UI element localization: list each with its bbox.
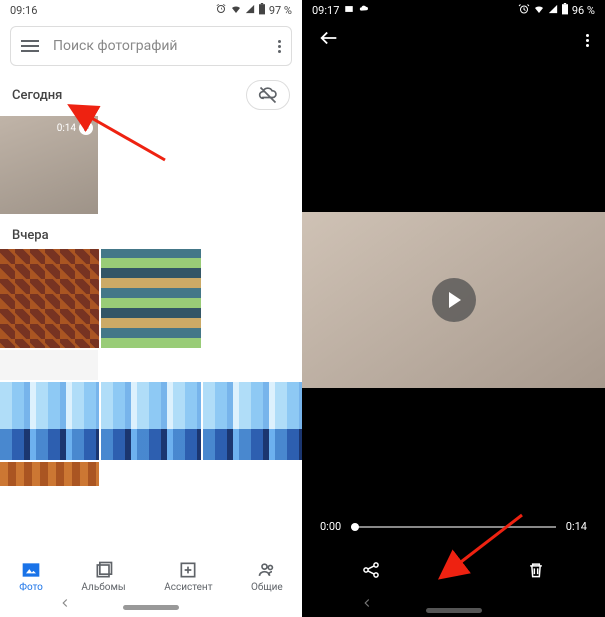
photo-thumbnail[interactable] xyxy=(0,350,98,380)
photo-thumbnail[interactable] xyxy=(101,249,200,348)
photo-row xyxy=(0,249,302,348)
annotation-arrow xyxy=(442,510,532,580)
nav-shared[interactable]: Общие xyxy=(251,560,283,593)
section-title-yesterday: Вчера xyxy=(0,214,302,249)
photos-app-screen: 09:16 97 % Поиск фотографий Сегодня xyxy=(0,0,302,617)
alarm-icon xyxy=(215,3,227,18)
alarm-icon xyxy=(518,3,530,18)
photo-row xyxy=(0,462,302,486)
battery-icon xyxy=(561,3,569,18)
search-bar[interactable]: Поиск фотографий xyxy=(10,26,292,66)
timeline-thumb[interactable] xyxy=(351,523,359,531)
share-button[interactable] xyxy=(360,559,382,581)
signal-icon xyxy=(245,4,255,17)
status-time: 09:17 xyxy=(312,4,339,17)
section-title-today: Сегодня xyxy=(12,88,62,103)
menu-icon[interactable] xyxy=(21,40,39,52)
wifi-icon xyxy=(533,3,545,18)
back-button[interactable] xyxy=(318,27,340,54)
gesture-bar xyxy=(302,608,605,613)
notification-icon xyxy=(344,4,354,17)
battery-icon xyxy=(258,3,266,18)
bottom-nav: Фото Альбомы Ассистент Общие xyxy=(0,551,302,601)
photo-thumbnail[interactable] xyxy=(0,462,99,486)
annotation-arrow xyxy=(80,108,170,168)
nav-assistant[interactable]: Ассистент xyxy=(164,560,212,593)
photo-thumbnail[interactable] xyxy=(0,249,99,348)
player-header xyxy=(302,20,605,60)
gesture-bar xyxy=(0,601,302,613)
status-time: 09:16 xyxy=(10,4,37,17)
signal-icon xyxy=(548,4,558,17)
video-player-screen: 09:17 96 % 0:00 0:14 xyxy=(302,0,605,617)
notification-icon xyxy=(359,4,369,17)
photo-thumbnail[interactable] xyxy=(0,382,99,460)
photos-icon xyxy=(21,560,41,580)
more-icon[interactable] xyxy=(586,34,589,47)
backup-off-button[interactable] xyxy=(246,80,290,110)
battery-percent: 97 % xyxy=(269,4,292,17)
photo-row xyxy=(0,382,302,460)
wifi-icon xyxy=(230,3,242,18)
back-gesture-icon[interactable] xyxy=(360,595,374,614)
photo-thumbnail[interactable] xyxy=(101,382,200,460)
assistant-icon xyxy=(178,560,198,580)
time-end: 0:14 xyxy=(566,520,587,533)
more-icon[interactable] xyxy=(278,40,281,53)
albums-icon xyxy=(94,560,114,580)
shared-icon xyxy=(257,560,277,580)
status-bar: 09:16 97 % xyxy=(0,0,302,20)
battery-percent: 96 % xyxy=(572,4,595,17)
photo-thumbnail[interactable] xyxy=(203,382,302,460)
nav-photos[interactable]: Фото xyxy=(19,560,43,593)
back-gesture-icon[interactable] xyxy=(58,595,72,614)
time-start: 0:00 xyxy=(320,520,341,533)
status-bar: 09:17 96 % xyxy=(302,0,605,20)
video-viewport[interactable] xyxy=(302,212,605,388)
nav-albums[interactable]: Альбомы xyxy=(81,560,125,593)
search-input[interactable]: Поиск фотографий xyxy=(53,38,278,54)
play-button[interactable] xyxy=(432,278,476,322)
